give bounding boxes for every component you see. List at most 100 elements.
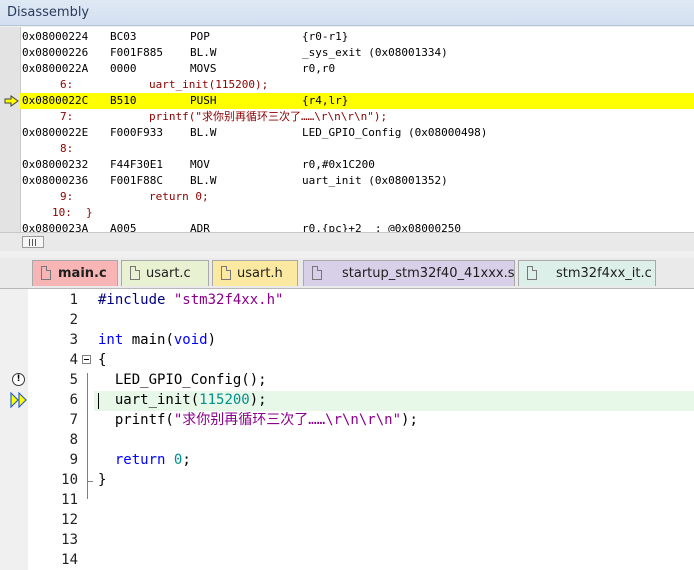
- keyword: void: [173, 332, 208, 348]
- include-path: "stm32f4xx.h": [173, 292, 284, 308]
- keyword: return: [98, 452, 166, 468]
- instruction-ops: r0,#0x1C200: [302, 158, 375, 171]
- tab-label: startup_stm32f40_41xxx.s: [342, 266, 515, 281]
- source-text: }: [86, 206, 93, 219]
- instruction-mnem: POP: [190, 30, 210, 43]
- breakpoint-margin[interactable]: [0, 289, 28, 570]
- line-number: 5: [69, 372, 78, 388]
- instruction-ops: _sys_exit (0x08001334): [302, 46, 448, 59]
- code-line-1[interactable]: #include "stm32f4xx.h": [98, 290, 283, 310]
- number-literal: 115200: [199, 392, 250, 408]
- code-line-7[interactable]: printf("求你别再循环三次了……\r\n\r\n");: [98, 410, 418, 430]
- line-number: 12: [61, 512, 78, 528]
- instruction-ops: r0,r0: [302, 62, 336, 75]
- instruction-addr: 0x08000224: [22, 30, 89, 43]
- instruction-ops: uart_init (0x08001352): [302, 174, 448, 187]
- line-number: 9: [69, 452, 78, 468]
- line-number: 10: [61, 472, 78, 488]
- instruction-ops: {r4,lr}: [302, 94, 349, 107]
- instruction-code: F001F88C: [110, 174, 163, 187]
- instruction-addr: 0x0800023A: [22, 222, 89, 232]
- tab-label: main.c: [58, 266, 107, 281]
- function-name: main(: [123, 332, 174, 348]
- tab-main-c[interactable]: main.c: [32, 260, 118, 286]
- c-file-icon: [41, 266, 51, 280]
- code-line-4[interactable]: {: [98, 350, 106, 370]
- semicolon: ;: [182, 452, 191, 468]
- instruction-addr: 0x08000226: [22, 46, 89, 59]
- source-text: uart_init(115200);: [149, 78, 269, 91]
- line-number: 3: [69, 332, 78, 348]
- paren: ): [207, 332, 217, 348]
- current-pc-arrow-icon: [4, 95, 19, 107]
- instruction-mnem: BL.W: [190, 46, 217, 59]
- instruction-code: B510: [110, 94, 137, 107]
- keyword: int: [98, 332, 124, 348]
- tab-label: usart.h: [237, 266, 283, 281]
- code-line-6[interactable]: uart_init(115200);: [98, 390, 267, 410]
- line-number: 11: [61, 492, 78, 508]
- instruction-code: F000F933: [110, 126, 163, 139]
- fold-collapse-icon[interactable]: [82, 355, 91, 364]
- tab-label: usart.c: [146, 266, 191, 281]
- instruction-ops: LED_GPIO_Config (0x08000498): [302, 126, 488, 139]
- instruction-mnem: MOV: [190, 158, 210, 171]
- line-number: 6: [69, 392, 78, 408]
- instruction-code: 0000: [110, 62, 137, 75]
- call-end: );: [401, 412, 418, 428]
- instruction-ops: r0,{pc}+2 ; @0x08000250: [302, 222, 461, 232]
- source-line-number: 6:: [60, 78, 74, 91]
- execution-pointer-icon: [10, 392, 27, 408]
- line-number: 13: [61, 532, 78, 548]
- source-line-number: 8:: [60, 142, 74, 155]
- source-line-number: 10:: [52, 206, 72, 219]
- code-line-10[interactable]: }: [98, 470, 106, 490]
- instruction-code: F001F885: [110, 46, 163, 59]
- instruction-code: A005: [110, 222, 137, 232]
- instruction-mnem: PUSH: [190, 94, 217, 107]
- c-file-icon: [527, 266, 537, 280]
- warning-icon[interactable]: !: [12, 373, 25, 386]
- code-line-9[interactable]: return 0;: [98, 450, 191, 470]
- scrollbar-thumb[interactable]: [22, 236, 44, 248]
- code-line-5[interactable]: LED_GPIO_Config();: [98, 370, 267, 390]
- tab-usart-h[interactable]: usart.h: [212, 260, 298, 286]
- tab-startup-s[interactable]: startup_stm32f40_41xxx.s: [303, 260, 515, 286]
- disassembly-view[interactable]: 0x08000224 BC03 POP {r0-r1} 0x08000226 F001F8…: [0, 27, 694, 232]
- source-text: return 0;: [149, 190, 209, 203]
- c-file-icon: [130, 266, 140, 280]
- line-number: 1: [69, 292, 78, 308]
- fold-guide-end: [87, 481, 93, 482]
- disassembly-horizontal-scrollbar[interactable]: [0, 232, 694, 251]
- instruction-mnem: BL.W: [190, 126, 217, 139]
- line-number: 4: [69, 352, 78, 368]
- call: uart_init(: [98, 392, 200, 408]
- disassembly-gutter[interactable]: [0, 27, 21, 232]
- instruction-addr: 0x0800022C: [22, 94, 89, 107]
- code-line-3[interactable]: int main(void): [98, 330, 216, 350]
- instruction-addr: 0x08000232: [22, 158, 89, 171]
- instruction-code: BC03: [110, 30, 137, 43]
- instruction-mnem: BL.W: [190, 174, 217, 187]
- call-end: );: [249, 392, 267, 408]
- line-number: 7: [69, 412, 78, 428]
- instruction-addr: 0x0800022A: [22, 62, 89, 75]
- source-line-number: 7:: [60, 110, 74, 123]
- instruction-addr: 0x0800022E: [22, 126, 89, 139]
- call: printf(: [98, 412, 174, 428]
- tab-stm32f4xx-it-c[interactable]: stm32f4xx_it.c: [518, 260, 656, 286]
- asm-file-icon: [312, 266, 322, 280]
- tab-usart-c[interactable]: usart.c: [121, 260, 209, 286]
- instruction-code: F44F30E1: [110, 158, 163, 171]
- line-number: 14: [61, 552, 78, 568]
- h-file-icon: [221, 266, 231, 280]
- line-number: 2: [69, 312, 78, 328]
- source-text: printf("求你别再循环三次了……\r\n\r\n");: [149, 110, 388, 123]
- instruction-mnem: ADR: [190, 222, 210, 232]
- preprocessor-directive: #include: [98, 292, 166, 308]
- instruction-ops: {r0-r1}: [302, 30, 349, 43]
- disassembly-title: Disassembly: [0, 0, 694, 26]
- string-literal: "求你别再循环三次了……\r\n\r\n": [173, 412, 402, 428]
- source-line-number: 9:: [60, 190, 74, 203]
